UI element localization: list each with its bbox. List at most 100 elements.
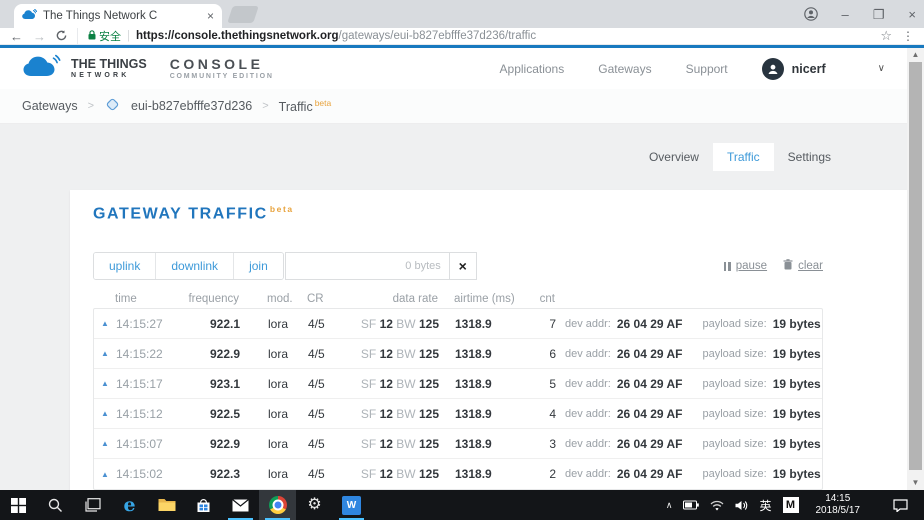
start-button[interactable]: [0, 490, 37, 520]
table-row[interactable]: ▲ 14:15:07 922.9 lora 4/5 SF 12 BW 125 1…: [94, 429, 822, 459]
clear-filter-button[interactable]: ×: [449, 252, 477, 280]
cell-mod: lora: [268, 407, 308, 421]
browser-tab[interactable]: The Things Network C ×: [14, 4, 222, 28]
filter-join-button[interactable]: join: [233, 253, 283, 279]
volume-icon[interactable]: [735, 500, 748, 511]
wifi-icon[interactable]: [710, 500, 724, 511]
beta-badge: beta: [315, 98, 332, 108]
table-row[interactable]: ▲ 14:15:12 922.5 lora 4/5 SF 12 BW 125 1…: [94, 399, 822, 429]
cell-mod: lora: [268, 317, 308, 331]
cell-cnt: 4: [500, 407, 556, 421]
sf-label: SF: [361, 377, 376, 391]
cell-cr: 4/5: [308, 437, 344, 451]
forward-icon[interactable]: →: [33, 30, 46, 43]
dev-addr-label: dev addr:: [565, 318, 611, 330]
user-name: nicerf: [792, 62, 826, 76]
tab-close-icon[interactable]: ×: [207, 9, 214, 23]
content-area: Overview Traffic Settings GATEWAY TRAFFI…: [0, 124, 907, 490]
sf-label: SF: [361, 347, 376, 361]
favicon-cloud-icon: [22, 7, 37, 25]
edge-button[interactable]: e: [111, 490, 148, 520]
page-scrollbar[interactable]: ▲ ▼: [907, 48, 924, 490]
url-path: /gateways/eui-b827ebfffe37d236/traffic: [339, 30, 537, 42]
edge-icon: e: [123, 496, 135, 515]
browser-tabstrip: The Things Network C × – ❐ ×: [0, 0, 924, 28]
user-menu[interactable]: nicerf: [762, 58, 826, 80]
task-view-button[interactable]: [74, 490, 111, 520]
bw-value: 125: [419, 317, 439, 331]
table-row[interactable]: ▲ 14:15:27 922.1 lora 4/5 SF 12 BW 125 1…: [94, 309, 822, 339]
cell-airtime: 1318.9: [439, 347, 500, 361]
mail-button[interactable]: [222, 490, 259, 520]
browser-menu-dots-icon[interactable]: ⋮: [902, 29, 914, 43]
payload-size-value: 19 bytes: [773, 377, 821, 391]
breadcrumb-traffic[interactable]: Trafficbeta: [279, 98, 332, 114]
browser-profile-icon[interactable]: [804, 7, 818, 21]
tray-chevron-up-icon[interactable]: ∧: [666, 500, 673, 511]
sf-value: 12: [380, 467, 393, 481]
tab-traffic[interactable]: Traffic: [713, 143, 774, 171]
w-app-button[interactable]: W: [333, 490, 370, 520]
filter-uplink-button[interactable]: uplink: [94, 253, 155, 279]
logo-line2: NETWORK: [71, 72, 147, 79]
logo-line1: THE THINGS: [71, 58, 147, 72]
clear-button[interactable]: clear: [783, 259, 823, 273]
cell-mod: lora: [268, 377, 308, 391]
table-header: time frequency mod. CR data rate airtime…: [93, 290, 823, 308]
new-tab-button[interactable]: [227, 6, 259, 23]
uplink-arrow-icon: ▲: [94, 470, 116, 479]
scrollbar-up-arrow[interactable]: ▲: [907, 48, 924, 62]
secure-indicator[interactable]: 安全: [88, 28, 121, 44]
maximize-button[interactable]: ❐: [873, 8, 885, 21]
tab-settings[interactable]: Settings: [774, 143, 845, 171]
sf-label: SF: [361, 317, 376, 331]
scrollbar-thumb[interactable]: [909, 62, 922, 470]
sf-value: 12: [380, 317, 393, 331]
table-row[interactable]: ▲ 14:15:02 922.3 lora 4/5 SF 12 BW 125 1…: [94, 459, 822, 489]
bw-label: BW: [396, 317, 415, 331]
nav-support[interactable]: Support: [686, 62, 728, 76]
cell-data-rate: SF 12 BW 125: [344, 437, 439, 451]
table-row[interactable]: ▲ 14:15:17 923.1 lora 4/5 SF 12 BW 125 1…: [94, 369, 822, 399]
pause-label: pause: [736, 260, 767, 272]
tab-title: The Things Network C: [43, 10, 201, 22]
action-center-icon[interactable]: [877, 499, 918, 512]
table-row[interactable]: ▲ 14:15:22 922.9 lora 4/5 SF 12 BW 125 1…: [94, 339, 822, 369]
ttn-logo[interactable]: THE THINGS NETWORK CONSOLE COMMUNITY EDI…: [22, 54, 274, 83]
breadcrumb-gateway-id[interactable]: eui-b827ebfffe37d236: [131, 99, 252, 113]
ttn-cloud-icon: [22, 54, 62, 83]
ime-language-indicator[interactable]: 英: [759, 497, 771, 514]
filter-downlink-button[interactable]: downlink: [155, 253, 233, 279]
chrome-button[interactable]: [259, 490, 296, 520]
nav-applications[interactable]: Applications: [500, 62, 565, 76]
tab-overview[interactable]: Overview: [635, 143, 713, 171]
back-icon[interactable]: ←: [10, 30, 23, 43]
filter-input[interactable]: [285, 252, 449, 280]
settings-button[interactable]: ⚙: [296, 490, 333, 520]
bw-value: 125: [419, 467, 439, 481]
store-button[interactable]: [185, 490, 222, 520]
ime-mode-icon[interactable]: M: [783, 497, 799, 513]
breadcrumb-gateways[interactable]: Gateways: [22, 99, 78, 113]
top-nav: Applications Gateways Support nicerf ∨: [500, 58, 885, 80]
pause-button[interactable]: pause: [724, 260, 767, 272]
nav-gateways[interactable]: Gateways: [598, 62, 651, 76]
minimize-button[interactable]: –: [842, 8, 849, 21]
bw-value: 125: [419, 437, 439, 451]
console-subtitle: COMMUNITY EDITION: [170, 73, 274, 80]
uplink-arrow-icon: ▲: [94, 409, 116, 418]
scrollbar-down-arrow[interactable]: ▼: [907, 476, 924, 490]
taskbar: e ⚙ W ∧ 英 M: [0, 490, 924, 520]
breadcrumb: Gateways > eui-b827ebfffe37d236 > Traffi…: [0, 89, 907, 124]
battery-icon[interactable]: [683, 500, 699, 510]
bw-label: BW: [396, 437, 415, 451]
chevron-down-icon[interactable]: ∨: [878, 63, 885, 74]
close-button[interactable]: ×: [908, 8, 916, 21]
cell-cnt: 7: [500, 317, 556, 331]
bookmark-star-icon[interactable]: ☆: [880, 28, 892, 44]
refresh-icon[interactable]: [56, 30, 67, 43]
file-explorer-button[interactable]: [148, 490, 185, 520]
taskbar-clock[interactable]: 14:15 2018/5/17: [810, 493, 867, 518]
taskbar-search-button[interactable]: [37, 490, 74, 520]
address-field[interactable]: 安全 | https://console.thethingsnetwork.or…: [77, 28, 892, 44]
